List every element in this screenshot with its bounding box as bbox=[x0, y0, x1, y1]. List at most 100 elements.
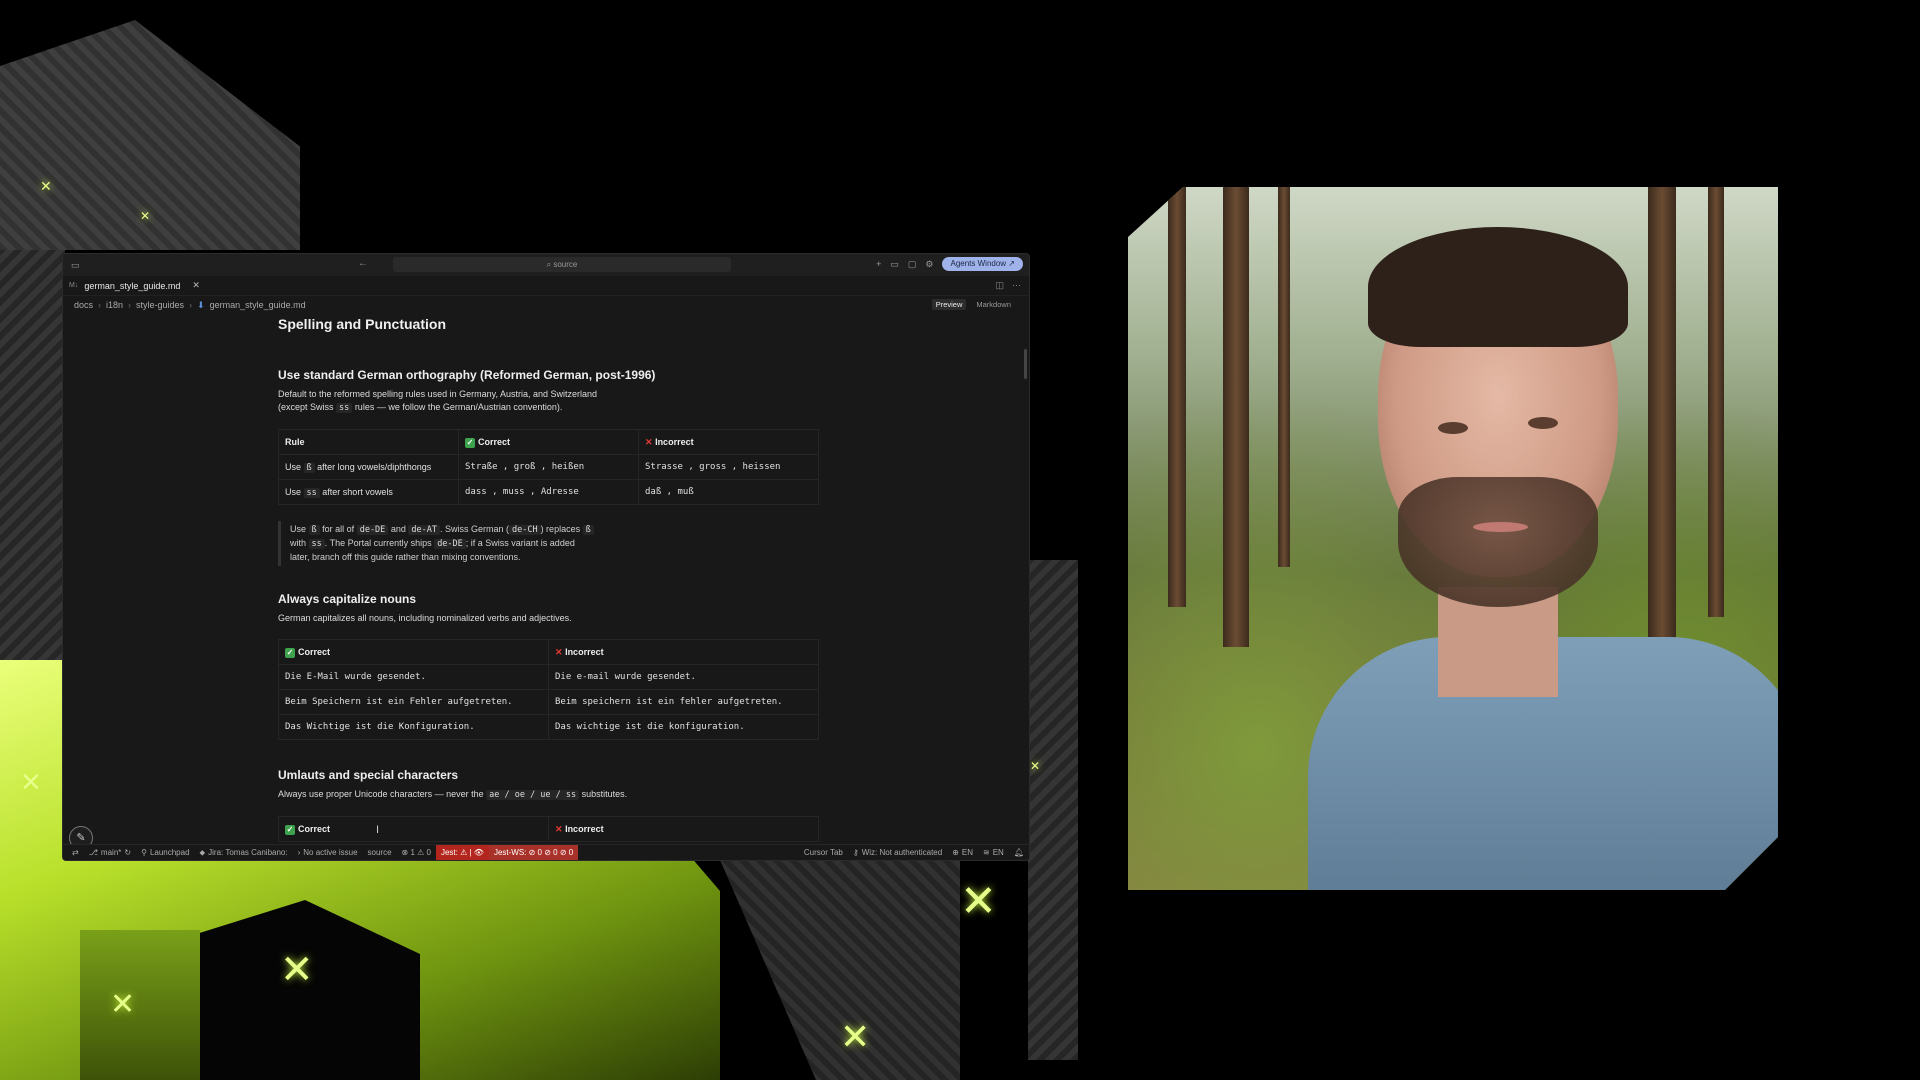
language-item-2[interactable]: ≋ EN bbox=[978, 845, 1009, 860]
chevron-right-icon: › bbox=[98, 300, 102, 310]
tree-trunk bbox=[1223, 187, 1249, 647]
table-row: Die E-Mail wurde gesendet. Die e-mail wu… bbox=[278, 664, 819, 690]
branch-indicator[interactable]: ⎇ main* ↻ bbox=[84, 845, 136, 860]
sparkle-icon: ✕ bbox=[110, 987, 136, 1022]
webcam-video bbox=[1128, 187, 1778, 890]
capitalization-table: ✓ Correct ✕ Incorrect Die E-Mail wurde ge… bbox=[278, 639, 819, 740]
sync-icon: ↻ bbox=[124, 848, 132, 857]
gear-icon[interactable]: ⚙ bbox=[925, 259, 933, 270]
breadcrumb-style-guides[interactable]: style-guides bbox=[136, 300, 184, 310]
tab-german-style-guide[interactable]: M↓ german_style_guide.md ✕ bbox=[69, 280, 200, 291]
heading-spelling-punctuation: Spelling and Punctuation bbox=[278, 316, 446, 332]
tab-label: german_style_guide.md bbox=[84, 280, 181, 291]
inline-code: ß bbox=[582, 525, 594, 535]
jira-label: Jira: Tomas Canibano: bbox=[208, 848, 288, 857]
jest-ws-status[interactable]: Jest-WS: ⊘ 0 ⊘ 0 ⊘ 0 bbox=[488, 845, 579, 860]
panel-icon[interactable]: ▭ bbox=[890, 259, 899, 270]
sparkle-icon: ✕ bbox=[40, 179, 52, 195]
inline-code: de-DE bbox=[356, 525, 389, 535]
jira-item[interactable]: ⬥ Jira: Tomas Canibano: bbox=[195, 845, 293, 860]
quote-text: with bbox=[290, 538, 307, 548]
search-text: source bbox=[553, 260, 578, 269]
agents-window-button[interactable]: Agents Window ↗ bbox=[942, 257, 1023, 271]
header-label: Incorrect bbox=[565, 823, 604, 834]
inline-code: de-AT bbox=[408, 525, 440, 535]
hair bbox=[1368, 227, 1628, 347]
table-cell: Die E-Mail wurde gesendet. bbox=[278, 664, 549, 690]
breadcrumb-docs[interactable]: docs bbox=[74, 300, 93, 310]
tab-preview[interactable]: Preview bbox=[931, 299, 967, 310]
chevron-right-icon: › bbox=[128, 300, 132, 310]
bell-icon[interactable]: 🔔︎ bbox=[1009, 845, 1029, 860]
intro-text: Default to the reformed spelling rules u… bbox=[278, 389, 597, 399]
status-bar: ⇄ ⎇ main* ↻ ⚲ Launchpad ⬥ Jira: Tomas Caniba… bbox=[63, 844, 1029, 860]
table-cell: daß , muß bbox=[638, 479, 819, 505]
breadcrumb-file[interactable]: german_style_guide.md bbox=[210, 300, 306, 310]
intro-text: rules — we follow the German/Austrian co… bbox=[354, 402, 563, 412]
tab-markdown[interactable]: Markdown bbox=[972, 299, 1015, 310]
broadcast-icon: ≋ bbox=[983, 848, 990, 857]
intro-text: (except Swiss bbox=[278, 402, 334, 412]
jira-icon: ⬥ bbox=[199, 847, 206, 857]
table-header-row: ✓ Correct ✕ Incorrect bbox=[278, 639, 819, 665]
language-label: EN bbox=[961, 848, 974, 857]
sparkle-icon: ✕ bbox=[840, 1017, 871, 1058]
cursor-tab-item[interactable]: Cursor Tab bbox=[799, 845, 848, 860]
check-icon: ✓ bbox=[465, 437, 475, 448]
inline-code: ss bbox=[303, 487, 320, 498]
inline-code: ae / oe / ue / ss bbox=[486, 790, 580, 800]
sparkle-icon: ✕ bbox=[140, 209, 151, 223]
check-icon: ✓ bbox=[285, 647, 295, 658]
scrollbar[interactable] bbox=[1024, 349, 1027, 379]
table-row: Use ß after long vowels/diphthongs Straß… bbox=[278, 454, 819, 480]
chat-icon[interactable]: ▢ bbox=[908, 259, 917, 270]
table-row: Das Wichtige ist die Konfiguration. Das … bbox=[278, 714, 819, 740]
markdown-file-icon: ⬇ bbox=[197, 299, 205, 310]
inline-code: ß bbox=[308, 525, 320, 535]
jest-status[interactable]: Jest: ⚠ | 👁 bbox=[435, 845, 489, 860]
command-search-input[interactable]: ⌕ source bbox=[393, 257, 731, 272]
globe-icon: ⊕ bbox=[952, 848, 959, 857]
close-icon[interactable]: ✕ bbox=[192, 280, 200, 291]
cell-text: after long vowels/diphthongs bbox=[317, 461, 432, 472]
split-editor-icon[interactable]: ◫ bbox=[995, 280, 1004, 291]
header-label: Incorrect bbox=[565, 646, 604, 657]
column-header-correct: ✓ Correct bbox=[278, 816, 549, 842]
umlauts-table: ✓ Correct ✕ Incorrect bbox=[278, 816, 819, 842]
table-cell: Das Wichtige ist die Konfiguration. bbox=[278, 714, 549, 740]
wiz-label: Wiz: Not authenticated bbox=[861, 848, 943, 857]
inline-code: de-DE bbox=[434, 539, 466, 549]
breadcrumb-i18n[interactable]: i18n bbox=[106, 300, 123, 310]
problems-indicator[interactable]: ⊗ 1 ⚠ 0 bbox=[397, 845, 436, 860]
source-item[interactable]: source bbox=[363, 845, 397, 860]
grey-cube-right bbox=[1028, 560, 1078, 1060]
branch-label: main* bbox=[100, 848, 122, 857]
table-row: Beim Speichern ist ein Fehler aufgetrete… bbox=[278, 689, 819, 715]
cross-icon: ✕ bbox=[555, 823, 563, 834]
cross-icon: ✕ bbox=[645, 436, 653, 447]
launchpad-item[interactable]: ⚲ Launchpad bbox=[136, 845, 194, 860]
inline-code: ss bbox=[336, 403, 353, 413]
table-cell: Beim Speichern ist ein Fehler aufgetrete… bbox=[278, 689, 549, 715]
issue-item[interactable]: › No active issue bbox=[293, 845, 363, 860]
quote-text: ) replaces bbox=[540, 524, 581, 534]
language-label: EN bbox=[992, 848, 1004, 857]
sparkle-icon: ✕ bbox=[280, 947, 314, 993]
sparkle-icon: ✕ bbox=[1030, 759, 1041, 773]
sidebar-toggle-icon[interactable]: ▭ bbox=[71, 260, 80, 271]
editor-window: ▭ ← ⌕ source + ▭ ▢ ⚙ Agents Window ↗ M↓ … bbox=[62, 253, 1030, 861]
plus-icon[interactable]: + bbox=[876, 259, 881, 269]
table-cell: Use ss after short vowels bbox=[278, 479, 459, 505]
back-arrow-icon[interactable]: ← bbox=[358, 258, 368, 269]
eye bbox=[1438, 422, 1468, 434]
branch-icon: ⎇ bbox=[88, 848, 98, 857]
view-mode-tabs: Preview Markdown bbox=[931, 299, 1015, 310]
language-item[interactable]: ⊕ EN bbox=[947, 845, 978, 860]
intro-text: Always use proper Unicode characters — n… bbox=[278, 789, 484, 799]
header-label: Incorrect bbox=[655, 436, 694, 447]
more-icon[interactable]: ⋯ bbox=[1012, 280, 1021, 291]
remote-icon[interactable]: ⇄ bbox=[67, 845, 84, 860]
title-bar: ▭ ← ⌕ source + ▭ ▢ ⚙ Agents Window ↗ bbox=[63, 254, 1029, 276]
table-cell: Beim speichern ist ein fehler aufgetrete… bbox=[548, 689, 819, 715]
wiz-item[interactable]: ⚷ Wiz: Not authenticated bbox=[848, 845, 947, 860]
